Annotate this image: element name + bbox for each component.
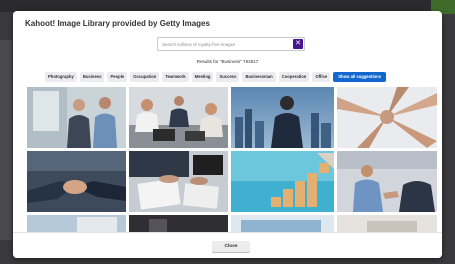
chip-business[interactable]: Business: [79, 72, 105, 82]
backdrop-side: [0, 40, 12, 240]
image-partial-row-1[interactable]: [27, 215, 126, 232]
chip-people[interactable]: People: [107, 72, 128, 82]
image-handshake-closeup[interactable]: [27, 151, 126, 212]
chip-photography[interactable]: Photography: [45, 72, 77, 82]
show-all-suggestions-button[interactable]: Show all suggestions: [333, 72, 387, 82]
chip-occupation[interactable]: Occupation: [130, 72, 160, 82]
close-button[interactable]: Close: [212, 241, 250, 252]
search-input[interactable]: [162, 38, 286, 50]
chip-office[interactable]: Office: [312, 72, 331, 82]
image-businessmen-handshake-office[interactable]: [337, 151, 437, 212]
modal-footer: Close: [13, 232, 442, 258]
image-businessman-city-skyline[interactable]: [231, 87, 334, 148]
chip-success[interactable]: Success: [216, 72, 240, 82]
chip-businessman[interactable]: Businessman: [242, 72, 276, 82]
image-partial-row-4[interactable]: [337, 215, 437, 232]
suggestion-chips: Photography Business People Occupation T…: [45, 72, 387, 82]
modal-title: Kahoot! Image Library provided by Getty …: [25, 19, 210, 28]
image-growth-blocks-steps[interactable]: [231, 151, 334, 212]
clear-search-button[interactable]: ✕: [293, 39, 303, 49]
search-box: ✕: [157, 37, 305, 51]
image-hands-stacked-teamwork[interactable]: [337, 87, 437, 148]
chip-meeting[interactable]: Meeting: [191, 72, 214, 82]
image-library-modal: Kahoot! Image Library provided by Getty …: [13, 11, 442, 258]
image-grid: [27, 87, 437, 232]
results-heading: Results for "Business" 763517: [196, 59, 259, 64]
image-partial-row-2[interactable]: [129, 215, 228, 232]
image-partial-row-3[interactable]: [231, 215, 334, 232]
image-two-businessmen-office[interactable]: [27, 87, 126, 148]
chip-teamwork[interactable]: Teamwork: [162, 72, 189, 82]
chip-cooperation[interactable]: Cooperation: [278, 72, 310, 82]
image-team-meeting-laptops[interactable]: [129, 87, 228, 148]
image-desk-paperwork-laptop[interactable]: [129, 151, 228, 212]
close-icon: ✕: [295, 40, 301, 47]
